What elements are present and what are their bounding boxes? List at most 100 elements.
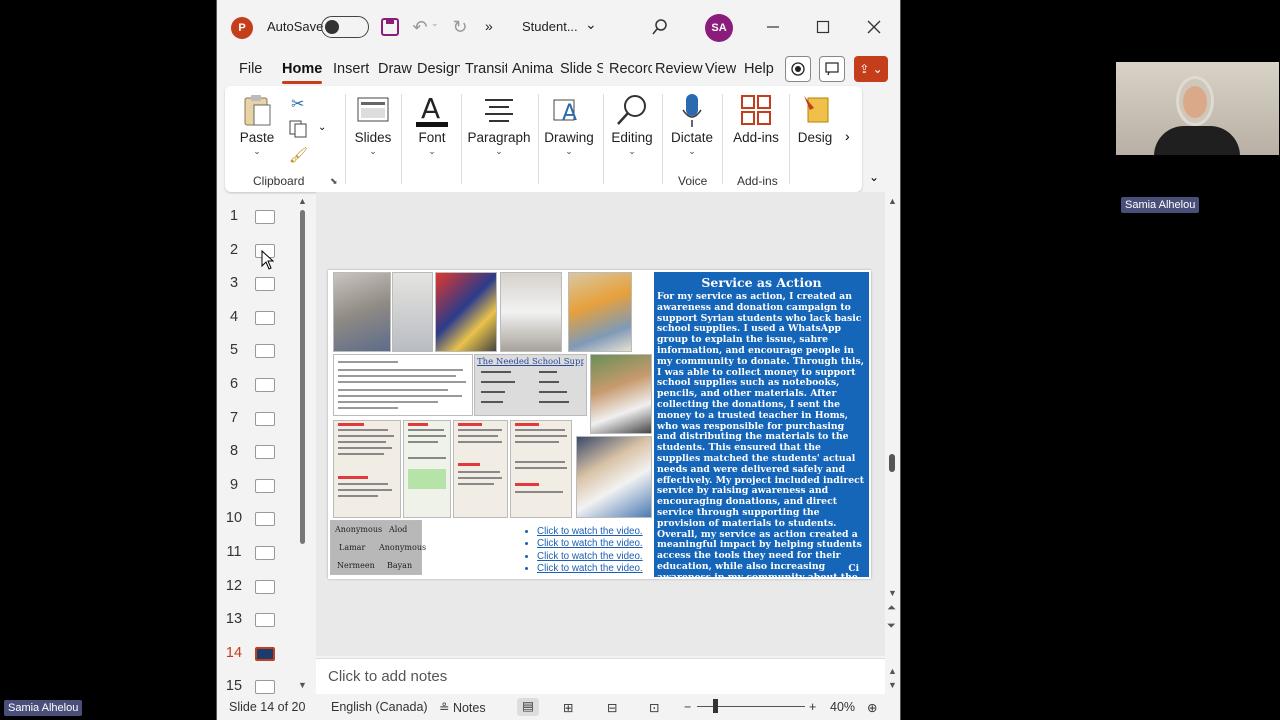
reading-view-icon[interactable]: ⊟ xyxy=(607,700,617,715)
next-slide-icon[interactable]: ⏷ xyxy=(887,620,896,633)
tab-file[interactable]: File xyxy=(239,61,262,77)
slide-preview[interactable] xyxy=(255,478,275,493)
paste-chevron-icon[interactable]: ⌄ xyxy=(253,146,261,157)
zoom-slider-thumb[interactable] xyxy=(713,699,718,713)
title-chevron-down-icon[interactable]: ⌄ xyxy=(585,16,597,33)
tab-draw[interactable]: Draw xyxy=(378,61,412,77)
redo-icon[interactable]: ↻ xyxy=(449,16,471,38)
slide-editing-canvas[interactable]: The Needed School Supplies xyxy=(316,192,885,656)
slide-preview[interactable] xyxy=(255,579,275,594)
paragraph-button[interactable]: Paragraph ⌄ xyxy=(467,86,531,192)
designer-button[interactable]: Desig xyxy=(795,86,835,192)
normal-view-icon[interactable]: ▤ xyxy=(517,698,539,716)
thumbnail-scrollbar[interactable]: ▲ ▼ xyxy=(297,196,309,694)
copy-dropdown-icon[interactable]: ⌄ xyxy=(318,122,326,133)
slide-preview[interactable] xyxy=(255,210,275,224)
undo-dropdown-icon[interactable]: ⌄ xyxy=(431,18,439,29)
slide-preview[interactable] xyxy=(255,613,275,628)
font-button[interactable]: A Font ⌄ xyxy=(407,86,457,192)
save-icon[interactable] xyxy=(379,16,401,38)
tab-transitions[interactable]: Transit xyxy=(465,61,507,77)
slide-show-icon[interactable]: ⊡ xyxy=(649,700,659,715)
tab-slide-show[interactable]: Slide S xyxy=(560,61,603,77)
slide-preview[interactable] xyxy=(255,512,275,527)
slides-button[interactable]: Slides ⌄ xyxy=(351,86,395,192)
tab-insert[interactable]: Insert xyxy=(333,61,369,77)
minimize-icon[interactable] xyxy=(762,16,784,38)
zoom-out-icon[interactable]: − xyxy=(684,700,691,714)
slide-thumbnail[interactable]: 1 xyxy=(217,208,307,228)
video-link[interactable]: Click to watch the video. xyxy=(537,563,653,575)
zoom-level[interactable]: 40% xyxy=(830,700,855,714)
slide-thumbnail[interactable]: 6 xyxy=(217,376,307,396)
slide-preview[interactable] xyxy=(255,277,275,292)
tab-view[interactable]: View xyxy=(705,61,736,77)
record-icon[interactable] xyxy=(785,56,811,82)
slide-sorter-icon[interactable]: ⊞ xyxy=(563,700,573,715)
slide-counter[interactable]: Slide 14 of 20 xyxy=(229,700,305,714)
language-indicator[interactable]: English (Canada) xyxy=(331,700,428,714)
slide-thumbnail[interactable]: 5 xyxy=(217,342,307,362)
ribbon-scroll-right-icon[interactable]: › xyxy=(845,128,850,144)
drawing-button[interactable]: A Drawing ⌄ xyxy=(543,86,595,192)
previous-slide-icon[interactable]: ⏶ xyxy=(887,602,896,615)
slide-preview[interactable] xyxy=(255,344,275,359)
editing-button[interactable]: Editing ⌄ xyxy=(610,86,654,192)
video-link[interactable]: Click to watch the video. xyxy=(537,538,653,550)
scrollbar-thumb[interactable] xyxy=(889,454,895,472)
slide-preview[interactable] xyxy=(255,310,275,325)
share-button[interactable]: ⇪ ⌄ xyxy=(854,56,888,82)
slide-thumbnail[interactable]: 9 xyxy=(217,477,307,497)
video-link[interactable]: Click to watch the video. xyxy=(537,551,653,563)
slide-preview[interactable] xyxy=(255,445,275,460)
scroll-up-icon[interactable]: ▲ xyxy=(298,196,307,206)
slide-thumbnail[interactable]: 7 xyxy=(217,410,307,430)
search-icon[interactable] xyxy=(649,16,671,38)
slide-thumbnail[interactable]: 10 xyxy=(217,510,307,530)
tab-help[interactable]: Help xyxy=(744,61,774,77)
slide-preview[interactable] xyxy=(255,378,275,392)
video-link[interactable]: Click to watch the video. xyxy=(537,526,653,538)
slide-preview[interactable] xyxy=(255,546,275,560)
copy-icon[interactable] xyxy=(289,120,309,143)
tab-review[interactable]: Review xyxy=(655,61,703,77)
slide-thumbnail[interactable]: 14 xyxy=(217,645,307,665)
ribbon-expand-chevron-icon[interactable]: ⌄ xyxy=(869,170,879,184)
scroll-up-icon[interactable]: ▲ xyxy=(888,196,897,206)
tab-animations[interactable]: Anima xyxy=(512,61,554,77)
comments-icon[interactable] xyxy=(819,56,845,82)
maximize-icon[interactable] xyxy=(812,16,834,38)
slide-thumbnail[interactable]: 3 xyxy=(217,275,307,295)
clipboard-launcher-icon[interactable]: ⬊ xyxy=(330,176,338,187)
document-title[interactable]: Student... xyxy=(522,19,578,34)
format-painter-icon[interactable]: 🖌 xyxy=(289,146,308,164)
cut-icon[interactable]: ✂ xyxy=(291,94,304,114)
slide-thumbnail[interactable]: 4 xyxy=(217,309,307,329)
user-avatar[interactable]: SA xyxy=(705,14,733,42)
slide-preview[interactable] xyxy=(255,680,275,695)
slide-thumbnail[interactable]: 13 xyxy=(217,611,307,631)
slide-thumbnail[interactable]: 12 xyxy=(217,578,307,598)
notes-scroll-up-icon[interactable]: ▲ xyxy=(888,666,897,676)
notes-scroll-down-icon[interactable]: ▼ xyxy=(888,680,897,690)
close-icon[interactable] xyxy=(863,16,885,38)
autosave-toggle[interactable] xyxy=(321,16,369,38)
fit-to-window-icon[interactable]: ⊕ xyxy=(867,700,877,715)
slide-preview[interactable] xyxy=(255,411,275,426)
tab-record[interactable]: Recorc xyxy=(609,61,652,77)
scrollbar-thumb[interactable] xyxy=(300,210,305,544)
more-commands-icon[interactable]: » xyxy=(485,18,493,34)
notes-button[interactable]: ≗ Notes xyxy=(439,700,486,715)
tab-home[interactable]: Home xyxy=(282,61,322,77)
service-text-box[interactable]: Service as Action For my service as acti… xyxy=(654,272,869,579)
tab-design[interactable]: Design xyxy=(417,61,460,77)
canvas-scrollbar[interactable]: ▲ ▼ ⏶ ⏷ ▲ ▼ xyxy=(885,192,900,694)
zoom-in-icon[interactable]: + xyxy=(809,700,816,714)
slide-thumbnail[interactable]: 11 xyxy=(217,544,307,564)
current-slide[interactable]: The Needed School Supplies xyxy=(328,270,871,579)
scroll-down-icon[interactable]: ▼ xyxy=(888,588,897,598)
notes-pane[interactable]: Click to add notes xyxy=(316,658,885,694)
undo-icon[interactable]: ↶ xyxy=(409,16,431,38)
slide-thumbnail[interactable]: 8 xyxy=(217,443,307,463)
scroll-down-icon[interactable]: ▼ xyxy=(298,680,307,690)
